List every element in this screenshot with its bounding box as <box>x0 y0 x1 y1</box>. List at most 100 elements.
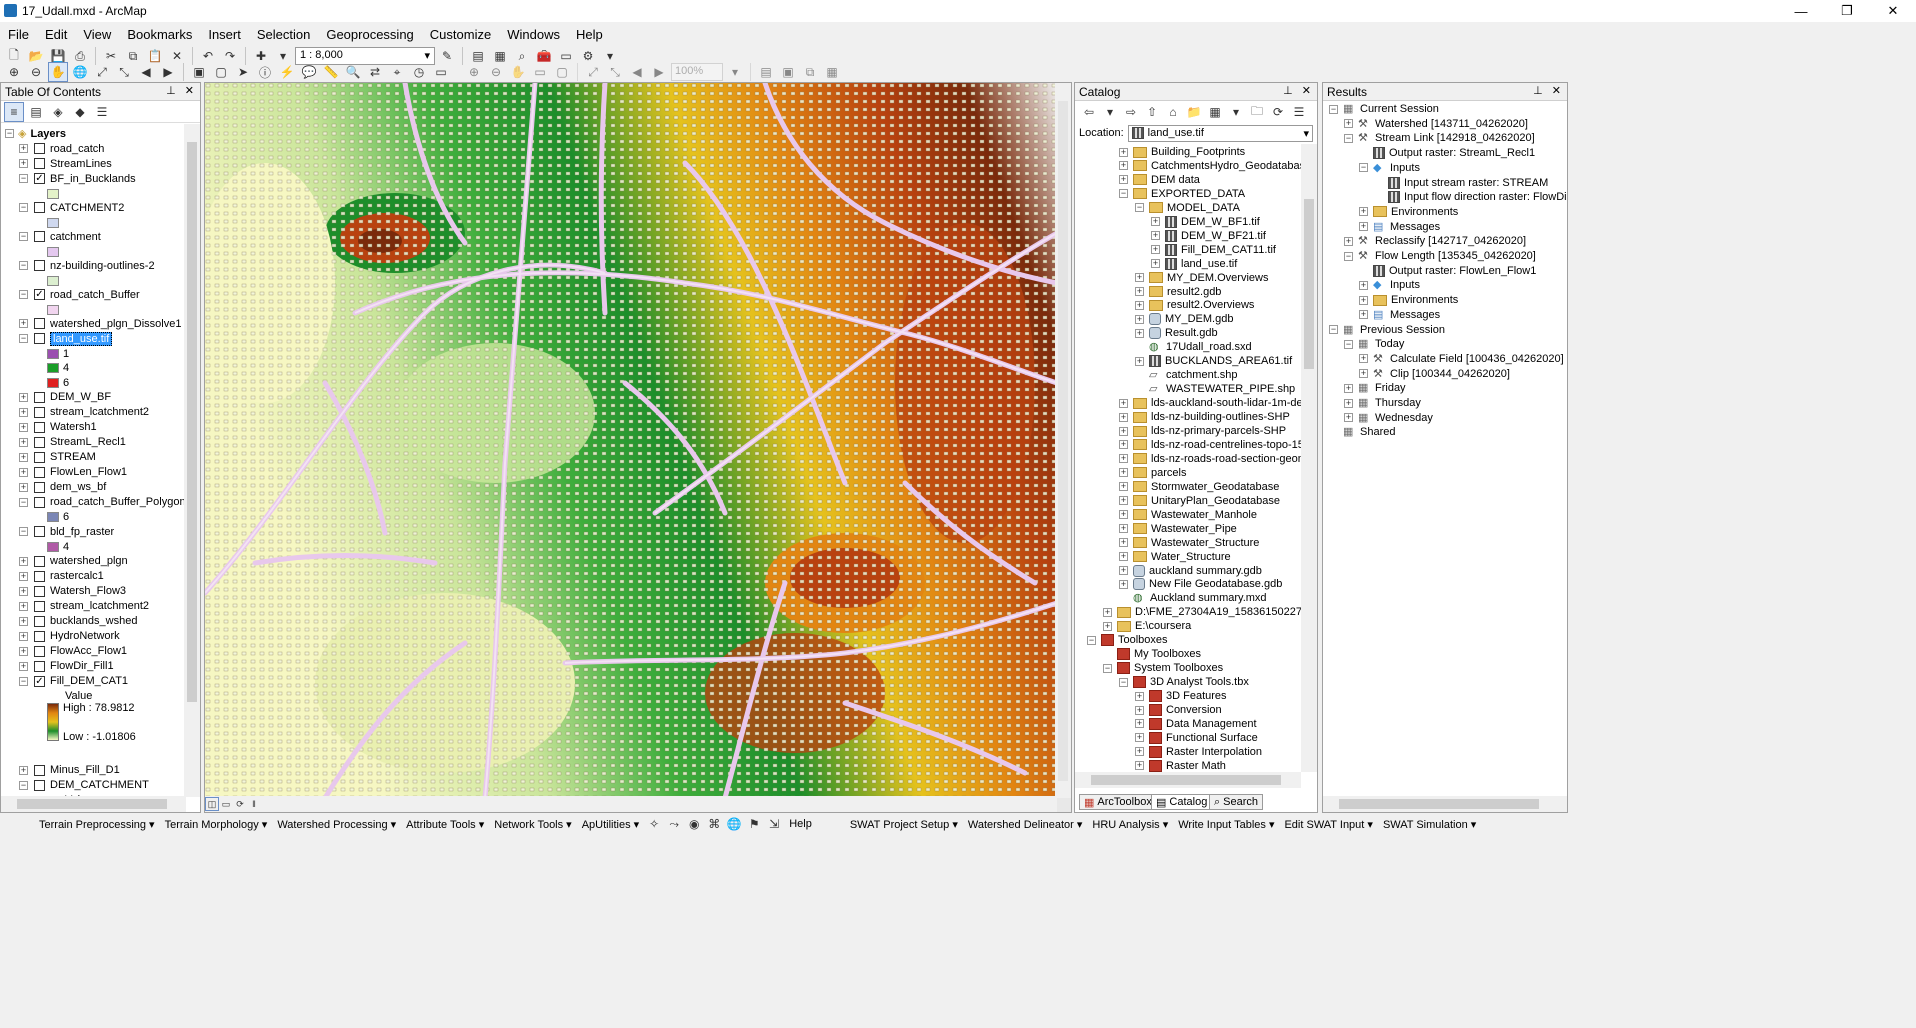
layer-name[interactable]: watershed_plgn <box>50 555 128 567</box>
catalog-item[interactable]: My Toolboxes <box>1103 647 1201 661</box>
catalog-item[interactable]: − MODEL_DATA <box>1135 201 1240 215</box>
toc-layer-row[interactable]: + Watersh_Flow3 <box>1 584 126 599</box>
catalog-item[interactable]: + Water_Structure <box>1119 550 1231 564</box>
expand-toggle-icon[interactable]: + <box>1119 412 1128 422</box>
edit-swat-input-menu[interactable]: Edit SWAT Input ▾ <box>1279 818 1377 831</box>
expand-toggle-icon[interactable]: + <box>1151 245 1160 255</box>
layer-name[interactable]: Fill_DEM_CAT1 <box>50 675 128 687</box>
results-item[interactable]: + Environments <box>1359 205 1458 219</box>
toc-layer-row[interactable]: + dem_ws_bf <box>1 480 106 495</box>
expand-toggle-icon[interactable]: − <box>1119 189 1128 199</box>
data-driven-pages-icon[interactable]: ▦ <box>822 62 842 82</box>
batch-icon[interactable]: ⌘ <box>704 814 724 834</box>
location-input[interactable]: land_use.tif ▾ <box>1127 124 1313 142</box>
expand-toggle-icon[interactable]: + <box>19 452 28 462</box>
find-route-icon[interactable]: ⇄ <box>365 62 385 82</box>
swat-project-setup-menu[interactable]: SWAT Project Setup ▾ <box>845 818 963 831</box>
expand-toggle-icon[interactable]: − <box>1087 635 1096 645</box>
results-item[interactable]: + ◆ Inputs <box>1359 278 1420 292</box>
catalog-item[interactable]: + Result.gdb <box>1135 326 1218 340</box>
results-item[interactable]: + ▦ Friday <box>1344 381 1406 395</box>
layout-zoom-in-icon[interactable]: ⊕ <box>464 62 484 82</box>
catalog-item[interactable]: + D:\FME_27304A19_1583615022739_25472 <box>1103 605 1301 619</box>
unchecked-checkbox[interactable] <box>34 645 45 657</box>
expand-toggle-icon[interactable]: − <box>19 290 28 299</box>
go-to-xy-icon[interactable]: ⌖ <box>387 62 407 82</box>
catalog-item[interactable]: + Building_Footprints <box>1119 145 1245 159</box>
globe-icon[interactable]: 🌐 <box>724 814 744 834</box>
menu-windows[interactable]: Windows <box>499 27 568 42</box>
catalog-item[interactable]: + Wastewater_Pipe <box>1119 522 1237 536</box>
unchecked-checkbox[interactable] <box>34 421 45 433</box>
expand-toggle-icon[interactable]: + <box>1119 426 1128 436</box>
catalog-item[interactable]: +3D Features <box>1135 689 1227 703</box>
expand-toggle-icon[interactable]: + <box>1359 310 1368 320</box>
unchecked-checkbox[interactable] <box>34 555 45 567</box>
expand-toggle-icon[interactable]: + <box>1103 607 1112 617</box>
expand-toggle-icon[interactable]: + <box>1359 280 1368 290</box>
tab-arctoolbox[interactable]: ▦ ArcToolbox <box>1079 794 1157 810</box>
restore-button[interactable]: ❐ <box>1824 0 1870 22</box>
menu-file[interactable]: File <box>0 27 37 42</box>
catalog-item[interactable]: + lds-nz-roads-road-section-geometry <box>1119 452 1301 466</box>
back-icon[interactable]: ◀ <box>136 62 156 82</box>
catalog-item[interactable]: + New File Geodatabase.gdb <box>1119 577 1282 591</box>
layer-name[interactable]: bld_fp_raster <box>50 526 114 538</box>
expand-toggle-icon[interactable]: − <box>1329 104 1338 114</box>
catalog-item[interactable]: + Wastewater_Manhole <box>1119 508 1257 522</box>
unchecked-checkbox[interactable] <box>34 570 45 582</box>
tab-search[interactable]: ⌕ Search <box>1209 794 1264 810</box>
expand-toggle-icon[interactable]: + <box>1135 356 1144 366</box>
expand-toggle-icon[interactable]: + <box>1119 468 1128 478</box>
results-item[interactable]: + ▤ Messages <box>1359 308 1440 322</box>
toc-layer-row[interactable]: − bld_fp_raster <box>1 524 114 539</box>
expand-toggle-icon[interactable]: + <box>1135 733 1144 743</box>
layer-name[interactable]: DEM_W_BF <box>50 391 111 403</box>
expand-toggle-icon[interactable]: + <box>19 392 28 402</box>
catalog-item[interactable]: + Functional Surface <box>1135 731 1258 745</box>
expand-toggle-icon[interactable]: − <box>5 129 14 138</box>
expand-toggle-icon[interactable]: − <box>1135 203 1144 213</box>
expand-toggle-icon[interactable]: + <box>1135 705 1144 715</box>
expand-toggle-icon[interactable]: + <box>19 631 28 641</box>
toc-horizontal-scrollbar[interactable] <box>1 796 186 812</box>
expand-toggle-icon[interactable]: + <box>19 571 28 581</box>
arc-hydro-tool-icon[interactable]: ✧ <box>644 814 664 834</box>
expand-toggle-icon[interactable]: + <box>19 437 28 447</box>
layer-name[interactable]: land_use.tif <box>50 331 113 346</box>
catalog-item[interactable]: + auckland summary.gdb <box>1119 564 1262 578</box>
expand-toggle-icon[interactable]: + <box>1119 175 1128 185</box>
results-item[interactable]: Input flow direction raster: FlowDir_Fi <box>1374 190 1567 204</box>
fixed-zoom-out-icon[interactable]: ⤡ <box>114 62 134 82</box>
data-view-icon[interactable]: ◫ <box>205 797 219 811</box>
menu-edit[interactable]: Edit <box>37 27 75 42</box>
measure-icon[interactable]: 📏 <box>321 62 341 82</box>
layer-name[interactable]: StreamLines <box>50 158 112 170</box>
expand-toggle-icon[interactable]: + <box>19 144 28 153</box>
layout-fixed-zoom-in-icon[interactable]: ⤢ <box>583 62 603 82</box>
catalog-item[interactable]: + lds-nz-primary-parcels-SHP <box>1119 424 1286 438</box>
catalog-item[interactable]: − System Toolboxes <box>1103 661 1223 675</box>
map-vertical-scrollbar[interactable] <box>1055 83 1071 798</box>
pan-icon[interactable]: ✋ <box>48 62 68 82</box>
watershed-delineator-menu[interactable]: Watershed Delineator ▾ <box>963 818 1088 831</box>
unchecked-checkbox[interactable] <box>34 436 45 448</box>
toc-layer-row[interactable]: + DEM_W_BF <box>1 390 111 405</box>
expand-toggle-icon[interactable]: + <box>1359 354 1368 364</box>
expand-toggle-icon[interactable]: − <box>1103 663 1112 673</box>
expand-toggle-icon[interactable]: − <box>19 497 28 507</box>
expand-toggle-icon[interactable]: + <box>1119 510 1128 520</box>
expand-toggle-icon[interactable]: + <box>1344 119 1353 129</box>
views-icon[interactable]: ▦ <box>1205 102 1225 122</box>
toc-layer-row[interactable]: + watershed_plgn <box>1 554 128 569</box>
layer-name[interactable]: road_catch <box>50 143 104 155</box>
expand-toggle-icon[interactable]: + <box>19 556 28 566</box>
toc-layer-row[interactable]: + StreamLines <box>1 156 112 171</box>
results-item[interactable]: Output raster: FlowLen_Flow1 <box>1359 264 1536 278</box>
expand-toggle-icon[interactable]: + <box>19 319 28 328</box>
select-elements-icon[interactable]: ➤ <box>233 62 253 82</box>
expand-toggle-icon[interactable]: + <box>1359 222 1368 232</box>
expand-toggle-icon[interactable]: − <box>1329 325 1338 334</box>
flag-icon[interactable]: ⚑ <box>744 814 764 834</box>
toc-layer-row[interactable]: + watershed_plgn_Dissolve1 <box>1 316 181 331</box>
